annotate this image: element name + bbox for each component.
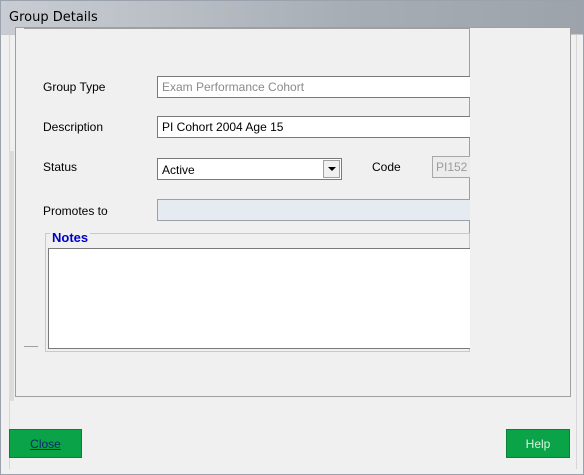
code-field[interactable]: PI152 [432,156,470,178]
promotes-to-label: Promotes to [43,204,108,218]
close-button[interactable]: Close [9,429,82,458]
left-edge-strip [9,151,14,401]
group-type-label: Group Type [43,80,106,94]
group-details-window: Group Details Group Type Exam Performanc… [0,0,584,475]
status-label: Status [43,160,78,174]
group-type-field[interactable]: Exam Performance Cohort [157,76,470,98]
description-label: Description [43,120,104,134]
promotes-to-field[interactable] [157,199,470,221]
status-selected-value: Active [162,163,195,177]
code-label: Code [372,160,401,174]
notes-legend: Notes [50,230,91,245]
panel-divider [24,346,38,347]
notes-textarea[interactable] [48,248,470,349]
status-select[interactable]: Active [157,158,342,180]
help-button[interactable]: Help [506,429,570,458]
status-dropdown-button[interactable] [323,160,340,178]
description-field[interactable]: PI Cohort 2004 Age 15 [157,116,470,138]
chevron-down-icon [327,167,336,171]
window-title: Group Details [9,10,98,25]
